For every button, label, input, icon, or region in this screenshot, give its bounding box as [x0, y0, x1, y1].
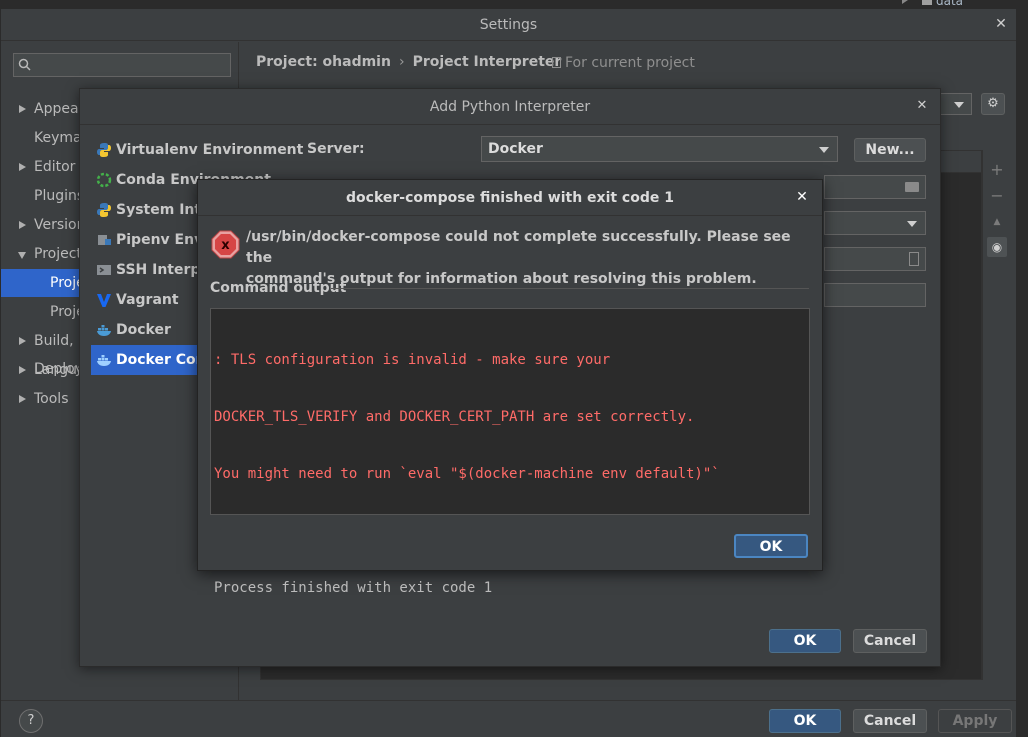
- env-label: Docker Compose: [116, 352, 199, 368]
- chevron-right-icon: [19, 395, 26, 403]
- output-error-line: : TLS configuration is invalid - make su…: [214, 352, 611, 368]
- chevron-down-icon: [954, 102, 964, 108]
- chevron-right-icon: [19, 221, 26, 229]
- document-icon: [552, 57, 561, 68]
- command-output-label: Command output: [210, 280, 347, 296]
- pipenv-icon: [98, 235, 111, 245]
- output-result-line: Process finished with exit code 1: [214, 580, 493, 596]
- background-right-strip: [1017, 8, 1028, 737]
- chevron-right-icon: [19, 337, 26, 345]
- for-current-project-label: For current project: [552, 55, 695, 71]
- settings-footer: ? OK Cancel Apply: [1, 700, 1016, 737]
- docker-compose-error-dialog: docker-compose finished with exit code 1…: [197, 179, 823, 596]
- error-dialog-title: docker-compose finished with exit code 1: [346, 190, 674, 206]
- error-icon: x: [211, 230, 240, 259]
- docker-icon: [97, 325, 111, 336]
- new-server-button[interactable]: New...: [854, 138, 926, 162]
- for-current-project-text: For current project: [565, 55, 695, 71]
- document-icon: [909, 252, 919, 266]
- chevron-down-icon: [18, 252, 26, 259]
- command-output-textarea[interactable]: : TLS configuration is invalid - make su…: [210, 308, 810, 596]
- settings-title: Settings: [479, 17, 538, 33]
- tree-item-label: Tools: [34, 391, 69, 407]
- env-virtualenv[interactable]: Virtualenv Environment: [91, 135, 311, 165]
- configuration-files-field[interactable]: [824, 175, 926, 199]
- conda-icon: [96, 172, 112, 188]
- add-interpreter-title: Add Python Interpreter: [429, 99, 591, 115]
- show-early-releases-icon[interactable]: ◉: [987, 237, 1007, 257]
- upgrade-package-icon[interactable]: ▲: [987, 212, 1007, 232]
- background-tree-folder-label: data: [936, 0, 964, 8]
- gear-icon[interactable]: ⚙: [981, 93, 1005, 115]
- chevron-right-icon: [19, 105, 26, 113]
- python-icon: [97, 203, 111, 217]
- tree-item-label: Editor: [34, 159, 76, 175]
- ssh-icon: [97, 265, 111, 275]
- server-value: Docker: [488, 141, 543, 157]
- server-label: Server:: [307, 141, 365, 157]
- close-icon[interactable]: ✕: [794, 189, 810, 205]
- remove-package-icon[interactable]: −: [987, 186, 1007, 206]
- vagrant-icon: [97, 294, 111, 307]
- project-interpreter-dropdown[interactable]: [940, 93, 972, 115]
- add-package-icon[interactable]: +: [987, 160, 1007, 180]
- add-interpreter-titlebar: Add Python Interpreter ✕: [80, 89, 940, 125]
- settings-close-icon[interactable]: ✕: [992, 15, 1010, 33]
- env-label: Docker: [116, 322, 171, 338]
- chevron-down-icon: [819, 147, 829, 153]
- env-label: Vagrant: [116, 292, 179, 308]
- command-output-divider: [331, 288, 809, 289]
- chevron-down-icon: [907, 221, 917, 227]
- add-interpreter-cancel-button[interactable]: Cancel: [853, 629, 927, 653]
- search-icon: [18, 58, 31, 71]
- folder-icon: [922, 0, 932, 5]
- chevron-right-icon: [19, 366, 26, 374]
- environment-variables-field[interactable]: [824, 247, 926, 271]
- tree-item-label: Plugins: [34, 188, 85, 204]
- server-dropdown[interactable]: Docker: [481, 136, 838, 162]
- close-icon[interactable]: ✕: [914, 98, 930, 114]
- chevron-right-icon: [19, 163, 26, 171]
- settings-titlebar: Settings ✕: [1, 9, 1016, 41]
- settings-cancel-button[interactable]: Cancel: [853, 709, 927, 733]
- background-tree-folder: data: [922, 0, 963, 8]
- python-interpreter-path-field[interactable]: [824, 283, 926, 307]
- output-error-line: DOCKER_TLS_VERIFY and DOCKER_CERT_PATH a…: [214, 409, 695, 425]
- settings-ok-button[interactable]: OK: [769, 709, 841, 733]
- output-error-line: You might need to run `eval "$(docker-ma…: [214, 466, 720, 482]
- settings-apply-button[interactable]: Apply: [938, 709, 1012, 733]
- breadcrumb-page: Project Interpreter: [412, 54, 562, 70]
- service-dropdown[interactable]: [824, 211, 926, 235]
- breadcrumb-separator: ›: [398, 54, 405, 70]
- tree-expand-arrow-icon: [902, 0, 908, 4]
- help-button[interactable]: ?: [19, 709, 43, 733]
- env-label: Virtualenv Environment: [116, 142, 304, 158]
- breadcrumb: Project: ohadmin › Project Interpreter: [256, 54, 561, 70]
- env-docker-compose[interactable]: Docker Compose: [91, 345, 199, 375]
- output-blank-line: [214, 522, 806, 541]
- error-dialog-titlebar: docker-compose finished with exit code 1…: [198, 180, 822, 216]
- package-toolbar: + − ▲ ◉: [982, 150, 1010, 680]
- error-message-line: /usr/bin/docker-compose could not comple…: [246, 229, 791, 266]
- docker-compose-icon: [97, 355, 111, 366]
- background-ide: data: [0, 0, 1028, 8]
- error-ok-button[interactable]: OK: [734, 534, 808, 558]
- svg-text:x: x: [221, 238, 230, 253]
- python-icon: [97, 143, 111, 157]
- breadcrumb-project[interactable]: Project: ohadmin: [256, 54, 391, 70]
- settings-search-input[interactable]: [13, 53, 231, 77]
- folder-icon: [905, 182, 919, 192]
